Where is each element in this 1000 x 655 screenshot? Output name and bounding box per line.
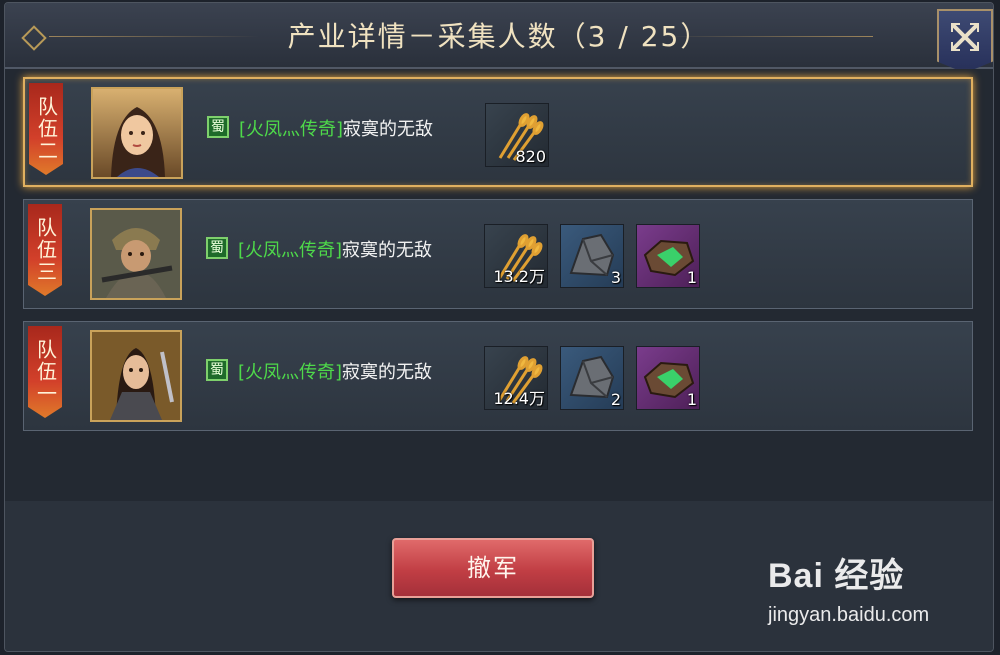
clan-name: [火凤灬传奇] xyxy=(238,362,343,383)
team-row[interactable]: 队伍三 蜀 [火凤灬传奇]寂寞的无敌 13.2万 3 1 xyxy=(23,199,973,309)
withdraw-button[interactable]: 撤军 xyxy=(392,538,594,598)
baidu-watermark: Bai 经验 jingyan.baidu.com xyxy=(768,548,968,638)
team-label: 队伍一 xyxy=(28,326,62,418)
faction-badge: 蜀 xyxy=(206,359,228,381)
grain-item[interactable]: 12.4万 xyxy=(484,346,548,410)
grain-item[interactable]: 820 xyxy=(485,103,549,167)
watermark-brand: Bai 经验 xyxy=(768,557,905,595)
clan-name: [火凤灬传奇] xyxy=(239,119,344,140)
player-name-line: [火凤灬传奇]寂寞的无敌 xyxy=(239,115,433,141)
gem-item[interactable]: 1 xyxy=(636,346,700,410)
general-portrait[interactable] xyxy=(91,87,183,179)
faction-badge: 蜀 xyxy=(206,237,228,259)
close-button[interactable] xyxy=(937,9,993,73)
player-name: 寂寞的无敌 xyxy=(342,240,433,261)
team-label: 队伍三 xyxy=(28,204,62,296)
window-title: 产业详情－采集人数（3 / 25） xyxy=(287,20,711,53)
grain-item[interactable]: 13.2万 xyxy=(484,224,548,288)
item-count: 1 xyxy=(686,390,697,409)
gem-item[interactable]: 1 xyxy=(636,224,700,288)
portrait-armored-icon xyxy=(92,332,180,420)
team-row[interactable]: 队伍一 蜀 [火凤灬传奇]寂寞的无敌 12.4万 2 1 xyxy=(23,321,973,431)
player-name: 寂寞的无敌 xyxy=(342,362,433,383)
faction-badge: 蜀 xyxy=(207,116,229,138)
close-x-icon xyxy=(951,23,979,51)
item-count: 13.2万 xyxy=(493,267,545,286)
portrait-warrior-icon xyxy=(92,210,180,298)
item-count: 12.4万 xyxy=(493,389,545,408)
player-name-line: [火凤灬传奇]寂寞的无敌 xyxy=(238,358,432,384)
general-portrait[interactable] xyxy=(90,330,182,422)
clan-name: [火凤灬传奇] xyxy=(238,240,343,261)
general-portrait[interactable] xyxy=(90,208,182,300)
stone-item[interactable]: 3 xyxy=(560,224,624,288)
player-name: 寂寞的无敌 xyxy=(343,119,434,140)
team-list: 队伍二 蜀 [火凤灬传奇]寂寞的无敌 820 队伍三 蜀 [火凤灬传奇]寂寞的无… xyxy=(5,69,993,501)
item-count: 1 xyxy=(686,268,697,287)
stone-item[interactable]: 2 xyxy=(560,346,624,410)
title-bar: 产业详情－采集人数（3 / 25） xyxy=(5,3,993,69)
item-count: 2 xyxy=(610,390,621,409)
team-label: 队伍二 xyxy=(29,83,63,175)
watermark-url: jingyan.baidu.com xyxy=(768,604,930,626)
portrait-female-icon xyxy=(93,89,181,177)
team-row[interactable]: 队伍二 蜀 [火凤灬传奇]寂寞的无敌 820 xyxy=(23,77,973,187)
player-name-line: [火凤灬传奇]寂寞的无敌 xyxy=(238,236,432,262)
item-count: 3 xyxy=(610,268,621,287)
item-count: 820 xyxy=(515,147,546,166)
